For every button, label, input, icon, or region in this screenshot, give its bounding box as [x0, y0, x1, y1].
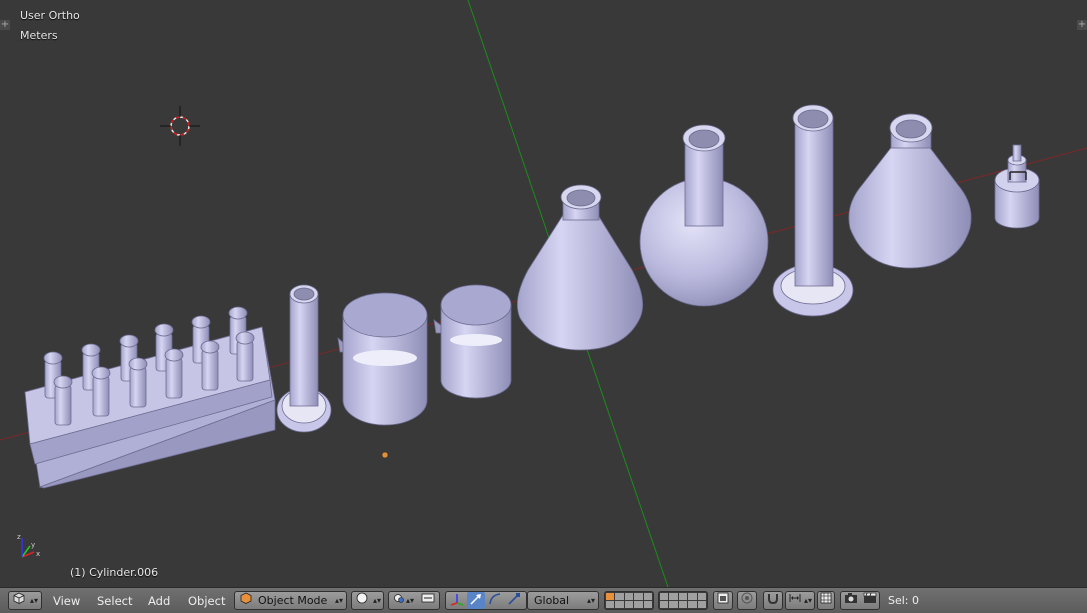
magnet-icon — [766, 592, 780, 609]
region-plus-right-icon[interactable]: + — [1077, 20, 1087, 30]
proportional-edit-icon[interactable] — [419, 592, 437, 609]
region-plus-left-icon[interactable]: + — [0, 20, 10, 30]
units-label: Meters — [20, 29, 58, 42]
sphere-solid-icon — [355, 592, 369, 609]
active-object-label: (1) Cylinder.006 — [70, 566, 159, 579]
object-mode-cube-icon — [239, 592, 253, 609]
chevron-updown-icon: ▴▾ — [29, 596, 39, 605]
axis-label-x: x — [36, 550, 40, 558]
layer-buttons-group-1[interactable] — [604, 591, 654, 610]
beaker-large-object[interactable] — [337, 292, 428, 426]
layer-buttons-group-2[interactable] — [658, 591, 708, 610]
menu-view[interactable]: View — [53, 593, 80, 609]
proportional-editing-button[interactable] — [737, 591, 757, 610]
menu-add[interactable]: Add — [148, 593, 170, 609]
3d-cursor-icon[interactable] — [160, 106, 200, 146]
object-origin-dot — [381, 451, 389, 459]
rotate-arc-icon[interactable] — [486, 592, 504, 609]
layer-lock-icon — [716, 592, 730, 609]
editor-type-button[interactable]: ▴▾ — [8, 591, 42, 610]
chevron-updown-icon: ▴▾ — [587, 596, 596, 605]
snap-toggle-button[interactable] — [763, 591, 783, 610]
axis-label-z: z — [17, 533, 21, 541]
scene-canvas[interactable]: z y x — [0, 0, 1087, 587]
menu-select[interactable]: Select — [97, 593, 132, 609]
menu-object[interactable]: Object — [188, 593, 225, 609]
grid-snap-icon — [819, 592, 833, 609]
graduated-cylinder-tall-object[interactable] — [772, 104, 854, 317]
translate-arrow-icon[interactable] — [467, 592, 485, 609]
snap-target-button[interactable] — [817, 591, 835, 610]
axis-gizmo: z y x — [17, 533, 40, 558]
camera-icon[interactable] — [842, 592, 860, 609]
chevron-updown-icon: ▴▾ — [804, 596, 813, 605]
3d-view-header: ▴▾ View Select Add Object Object Mode ▴▾… — [0, 587, 1087, 613]
chevron-updown-icon: ▴▾ — [335, 596, 344, 605]
snap-element-dropdown[interactable]: ▴▾ — [785, 591, 815, 610]
beaker-small-object[interactable] — [433, 284, 512, 399]
chevron-updown-icon: ▴▾ — [372, 596, 382, 605]
erlenmeyer-flask-object[interactable] — [516, 184, 644, 351]
render-buttons-group — [840, 591, 880, 610]
round-bottom-flask-object[interactable] — [639, 124, 769, 307]
circle-icon — [740, 592, 754, 609]
test-tube-rack-object[interactable] — [24, 306, 276, 489]
selection-count: Sel: 0 — [888, 594, 920, 607]
axis-label-y: y — [31, 541, 35, 549]
scale-arrow-icon[interactable] — [505, 592, 523, 609]
chevron-updown-icon: ▴▾ — [406, 596, 415, 605]
orientation-label: Global — [534, 594, 570, 607]
mode-label: Object Mode — [258, 594, 328, 607]
clapper-icon[interactable] — [861, 592, 879, 609]
dropper-bottle-object[interactable] — [994, 144, 1040, 229]
manipulator-group — [445, 591, 527, 610]
view-name-label: User Ortho — [20, 9, 80, 22]
cube-icon — [12, 592, 26, 609]
pivot-point-icon — [392, 592, 406, 609]
axis-manipulator-icon[interactable] — [448, 592, 466, 609]
conical-flask-object[interactable] — [848, 113, 972, 269]
viewport-shading-dropdown[interactable]: ▴▾ — [351, 591, 384, 610]
mode-dropdown[interactable]: Object Mode ▴▾ — [234, 591, 347, 610]
3d-viewport[interactable]: z y x + + User Ortho Meters (1) Cylinder… — [0, 0, 1087, 587]
graduated-cylinder-small-object[interactable] — [276, 284, 332, 433]
lock-camera-button[interactable] — [713, 591, 733, 610]
snap-increment-icon — [788, 592, 802, 609]
blender-window: z y x + + User Ortho Meters (1) Cylinder… — [0, 0, 1087, 613]
pivot-point-dropdown[interactable]: ▴▾ — [388, 591, 440, 610]
orientation-dropdown[interactable]: Global ▴▾ — [527, 591, 599, 610]
